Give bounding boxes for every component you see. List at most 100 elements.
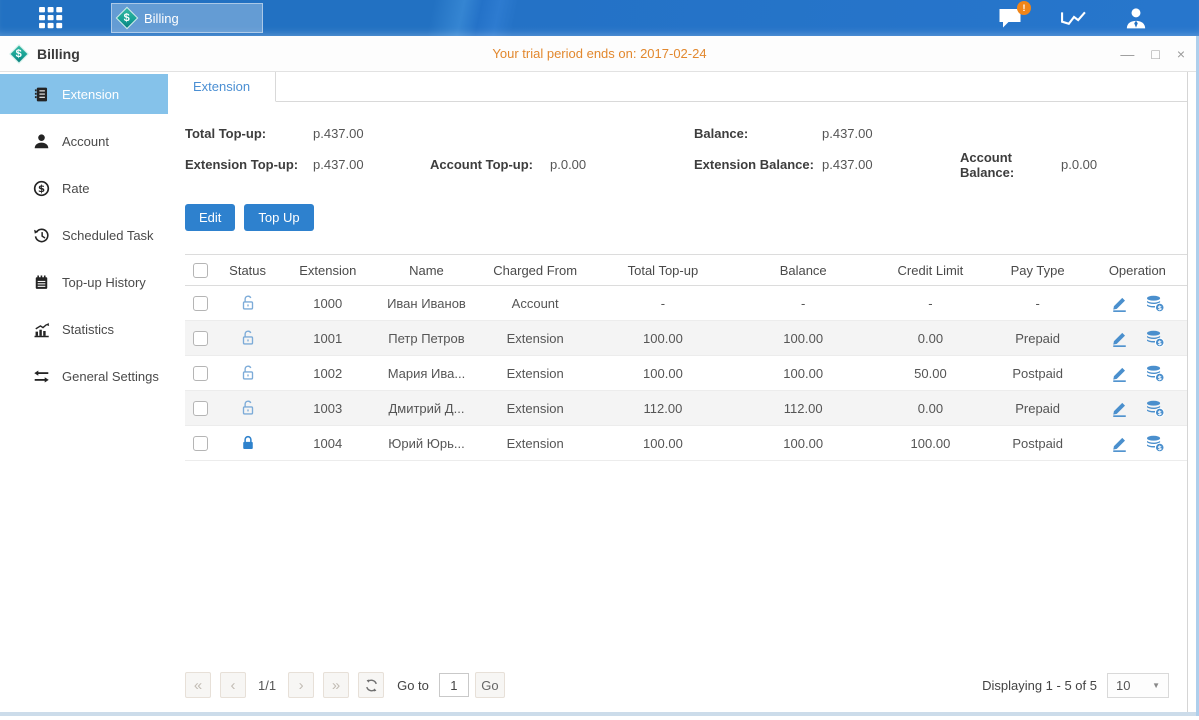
table-row: 1000Иван ИвановAccount----$ bbox=[185, 286, 1187, 321]
balance-summary: Total Top-up: p.437.00 Extension Top-up:… bbox=[168, 102, 1187, 180]
rate-icon: $ bbox=[33, 180, 50, 197]
col-status: Status bbox=[215, 255, 280, 286]
edit-icon[interactable] bbox=[1110, 364, 1129, 383]
cell-total-topup: - bbox=[593, 286, 733, 321]
cell-pay-type: Postpaid bbox=[988, 426, 1088, 461]
svg-text:$: $ bbox=[1158, 304, 1162, 311]
first-page-button[interactable]: « bbox=[185, 672, 211, 698]
sidebar-item-label: Statistics bbox=[62, 322, 114, 337]
edit-icon[interactable] bbox=[1110, 294, 1129, 313]
sidebar-item-top-up-history[interactable]: Top-up History bbox=[0, 262, 168, 302]
cell-total-topup: 100.00 bbox=[593, 426, 733, 461]
tab-strip: Extension bbox=[168, 72, 1187, 102]
cell-operation: $ bbox=[1088, 426, 1187, 461]
pagination-bar: « ‹ 1/1 › » Go to Go Displaying bbox=[168, 672, 1187, 712]
top-up-button[interactable]: Top Up bbox=[244, 204, 313, 231]
table-row: 1003Дмитрий Д...Extension112.00112.000.0… bbox=[185, 391, 1187, 426]
cell-name: Петр Петров bbox=[375, 321, 477, 356]
row-checkbox[interactable] bbox=[193, 436, 208, 451]
svg-text:$: $ bbox=[1158, 444, 1162, 451]
topup-history-icon bbox=[33, 274, 50, 291]
lock-open-icon bbox=[239, 399, 257, 417]
row-checkbox[interactable] bbox=[193, 331, 208, 346]
sidebar-item-label: General Settings bbox=[62, 369, 159, 384]
page-size-select[interactable]: 10 ▼ bbox=[1107, 673, 1169, 698]
svg-text:$: $ bbox=[1158, 339, 1162, 346]
account-balance-label: Account Balance: bbox=[960, 150, 1061, 180]
sidebar-item-rate[interactable]: $Rate bbox=[0, 168, 168, 208]
messages-icon[interactable]: ! bbox=[997, 6, 1024, 30]
app-screen: $ Billing ! $ Billing bbox=[0, 0, 1199, 720]
lock-closed-icon bbox=[239, 434, 257, 452]
table-row: 1004Юрий Юрь...Extension100.00100.00100.… bbox=[185, 426, 1187, 461]
go-button[interactable]: Go bbox=[475, 672, 505, 698]
row-checkbox[interactable] bbox=[193, 366, 208, 381]
cell-balance: 100.00 bbox=[733, 426, 873, 461]
topup-coins-icon[interactable]: $ bbox=[1145, 399, 1164, 418]
svg-text:$: $ bbox=[38, 184, 45, 195]
sidebar-item-scheduled-task[interactable]: Scheduled Task bbox=[0, 215, 168, 255]
user-account-icon[interactable] bbox=[1123, 6, 1150, 30]
cell-name: Дмитрий Д... bbox=[375, 391, 477, 426]
general-settings-icon bbox=[33, 368, 50, 385]
extensions-table: Status Extension Name Charged From Total… bbox=[185, 254, 1187, 461]
topup-coins-icon[interactable]: $ bbox=[1145, 329, 1164, 348]
row-checkbox[interactable] bbox=[193, 296, 208, 311]
maximize-icon[interactable]: □ bbox=[1151, 47, 1159, 61]
goto-label: Go to bbox=[397, 678, 429, 693]
os-topbar: $ Billing ! bbox=[0, 0, 1199, 36]
extension-icon bbox=[33, 86, 50, 103]
window-titlebar: $ Billing Your trial period ends on: 201… bbox=[0, 36, 1199, 72]
sidebar-item-account[interactable]: Account bbox=[0, 121, 168, 161]
cell-balance: 100.00 bbox=[733, 321, 873, 356]
row-checkbox[interactable] bbox=[193, 401, 208, 416]
col-balance: Balance bbox=[733, 255, 873, 286]
account-icon bbox=[33, 133, 50, 150]
topup-coins-icon[interactable]: $ bbox=[1145, 434, 1164, 453]
cell-extension: 1002 bbox=[280, 356, 375, 391]
close-icon[interactable]: × bbox=[1177, 47, 1185, 61]
sidebar-item-extension[interactable]: Extension bbox=[0, 74, 168, 114]
balance-value: p.437.00 bbox=[822, 126, 873, 141]
svg-text:$: $ bbox=[1158, 374, 1162, 381]
cell-total-topup: 112.00 bbox=[593, 391, 733, 426]
cell-balance: - bbox=[733, 286, 873, 321]
taskbar-tab-label: Billing bbox=[144, 11, 179, 26]
next-page-button[interactable]: › bbox=[288, 672, 314, 698]
main-content: Extension Total Top-up: p.437.00 Extensi… bbox=[168, 72, 1188, 712]
app-launcher-grid-icon[interactable] bbox=[35, 7, 67, 29]
extension-topup-label: Extension Top-up: bbox=[185, 157, 313, 172]
edit-button[interactable]: Edit bbox=[185, 204, 235, 231]
balance-label: Balance: bbox=[694, 126, 822, 141]
cell-balance: 100.00 bbox=[733, 356, 873, 391]
goto-page-input[interactable] bbox=[439, 673, 469, 697]
edit-icon[interactable] bbox=[1110, 399, 1129, 418]
last-page-button[interactable]: » bbox=[323, 672, 349, 698]
tab-extension[interactable]: Extension bbox=[168, 72, 276, 102]
reports-chart-icon[interactable] bbox=[1060, 6, 1087, 30]
col-credit-limit: Credit Limit bbox=[873, 255, 987, 286]
extension-balance-label: Extension Balance: bbox=[694, 157, 822, 172]
cell-extension: 1001 bbox=[280, 321, 375, 356]
topup-coins-icon[interactable]: $ bbox=[1145, 364, 1164, 383]
refresh-button[interactable] bbox=[358, 672, 384, 698]
taskbar-tab-billing[interactable]: $ Billing bbox=[111, 3, 263, 33]
sidebar-item-statistics[interactable]: Statistics bbox=[0, 309, 168, 349]
col-extension: Extension bbox=[280, 255, 375, 286]
cell-extension: 1003 bbox=[280, 391, 375, 426]
edit-icon[interactable] bbox=[1110, 434, 1129, 453]
cell-credit-limit: 100.00 bbox=[873, 426, 987, 461]
select-all-checkbox[interactable] bbox=[193, 263, 208, 278]
displaying-text: Displaying 1 - 5 of 5 bbox=[982, 678, 1097, 693]
edit-icon[interactable] bbox=[1110, 329, 1129, 348]
prev-page-button[interactable]: ‹ bbox=[220, 672, 246, 698]
cell-credit-limit: - bbox=[873, 286, 987, 321]
cell-credit-limit: 0.00 bbox=[873, 321, 987, 356]
minimize-icon[interactable]: — bbox=[1120, 47, 1134, 61]
cell-charged-from: Extension bbox=[478, 426, 593, 461]
sidebar-item-general-settings[interactable]: General Settings bbox=[0, 356, 168, 396]
col-operation: Operation bbox=[1088, 255, 1187, 286]
cell-name: Иван Иванов bbox=[375, 286, 477, 321]
topup-coins-icon[interactable]: $ bbox=[1145, 294, 1164, 313]
topbar-right-icons: ! bbox=[997, 0, 1150, 36]
